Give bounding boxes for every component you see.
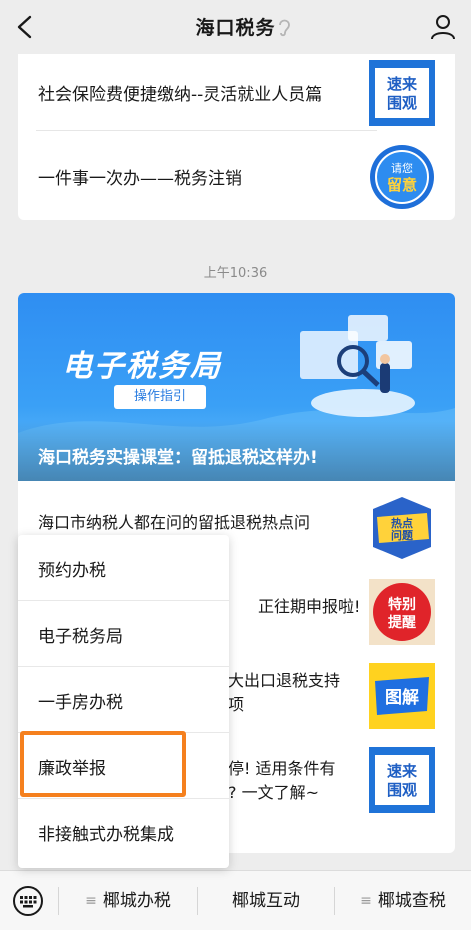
- user-profile-icon[interactable]: [429, 13, 457, 41]
- bottom-menu-bar: ≡ 椰城办税 椰城互动 ≡ 椰城查税: [0, 870, 471, 930]
- menu-item-integrity-report[interactable]: 廉政举报: [18, 733, 229, 799]
- list-item-title: 大出口退税支持: [228, 671, 341, 690]
- list-item-title: 停! 适用条件有: [228, 759, 336, 778]
- keyboard-icon[interactable]: [12, 885, 44, 917]
- list-item-title: 正往期申报啦!: [258, 597, 361, 616]
- menu-item-new-house-tax[interactable]: 一手房办税: [18, 667, 229, 733]
- page-title: 海口税务: [195, 17, 276, 39]
- article-thumbnail: 热点 问题: [373, 497, 431, 559]
- submenu-lines-icon: ≡: [85, 893, 97, 909]
- menu-item-appointment[interactable]: 预约办税: [18, 535, 229, 601]
- menu-item-contactless-tax[interactable]: 非接触式办税集成: [18, 799, 229, 865]
- menu-item-label: 廉政举报: [38, 759, 106, 779]
- article-card-previous: 社会保险费便捷缴纳--灵活就业人员篇 速来 围观 一件事一次办——税务注销 请您…: [18, 40, 455, 220]
- list-item-title: 海口市纳税人都在问的留抵退税热点问: [38, 513, 311, 532]
- list-item-title-line2: ? 一文了解~: [228, 783, 319, 802]
- thumb-text: 图解: [385, 687, 419, 708]
- menu-item-label: 电子税务局: [38, 627, 123, 647]
- bottom-tab-interaction[interactable]: 椰城互动: [198, 871, 334, 930]
- message-timestamp: 上午10:36: [203, 266, 268, 281]
- article-thumbnail: 请您 留意: [370, 145, 434, 209]
- menu-item-label: 非接触式办税集成: [38, 825, 174, 845]
- article-thumbnail: 速来 围观: [369, 60, 435, 126]
- thumb-text: 提醒: [388, 615, 416, 631]
- thumb-text: 速来: [387, 75, 418, 93]
- banner-headline: 电子税务局: [62, 349, 222, 384]
- article-title: 一件事一次办——税务注销: [38, 169, 242, 189]
- article-item[interactable]: 社会保险费便捷缴纳--灵活就业人员篇 速来 围观: [18, 46, 455, 134]
- bottom-tab-label: 椰城办税: [102, 891, 171, 911]
- submenu-popup: 预约办税 电子税务局 一手房办税 廉政举报 非接触式办税集成: [18, 535, 229, 868]
- article-thumbnail: 特别 提醒: [369, 579, 435, 645]
- bottom-tab-tax-service[interactable]: ≡ 椰城办税: [59, 871, 197, 930]
- thumb-text: 热点: [391, 516, 413, 530]
- divider: [36, 130, 377, 131]
- banner-pill: 操作指引: [114, 385, 206, 409]
- article-thumbnail: 图解: [369, 663, 435, 729]
- menu-item-label: 预约办税: [38, 561, 106, 581]
- thumb-text: 留意: [387, 176, 417, 194]
- thumb-text: 速来: [387, 762, 418, 780]
- article-item[interactable]: 一件事一次办——税务注销 请您 留意: [18, 132, 455, 220]
- top-nav-bar: 海口税务: [0, 0, 471, 54]
- list-item-title-line2: 项: [228, 695, 245, 714]
- article-title: 社会保险费便捷缴纳--灵活就业人员篇: [38, 85, 323, 105]
- thumb-text: 围观: [387, 781, 417, 799]
- banner-caption: 海口税务实操课堂：留抵退税这样办!: [38, 448, 318, 468]
- thumb-text: 问题: [391, 528, 414, 542]
- ear-mode-icon: [279, 19, 290, 37]
- submenu-lines-icon: ≡: [360, 893, 372, 909]
- menu-item-label: 一手房办税: [38, 693, 123, 713]
- thumb-text: 请您: [391, 162, 413, 175]
- bottom-tab-label: 椰城互动: [232, 891, 300, 911]
- bottom-tab-tax-query[interactable]: ≡ 椰城查税: [335, 871, 471, 930]
- cover-banner[interactable]: 电子税务局 操作指引 海口税务实操课堂：留抵退税这样办!: [18, 293, 455, 481]
- thumb-text: 围观: [387, 94, 417, 112]
- article-thumbnail: 速来 围观: [369, 747, 435, 813]
- bottom-tab-label: 椰城查税: [377, 891, 446, 911]
- thumb-text: 特别: [388, 596, 416, 613]
- menu-item-e-tax-bureau[interactable]: 电子税务局: [18, 601, 229, 667]
